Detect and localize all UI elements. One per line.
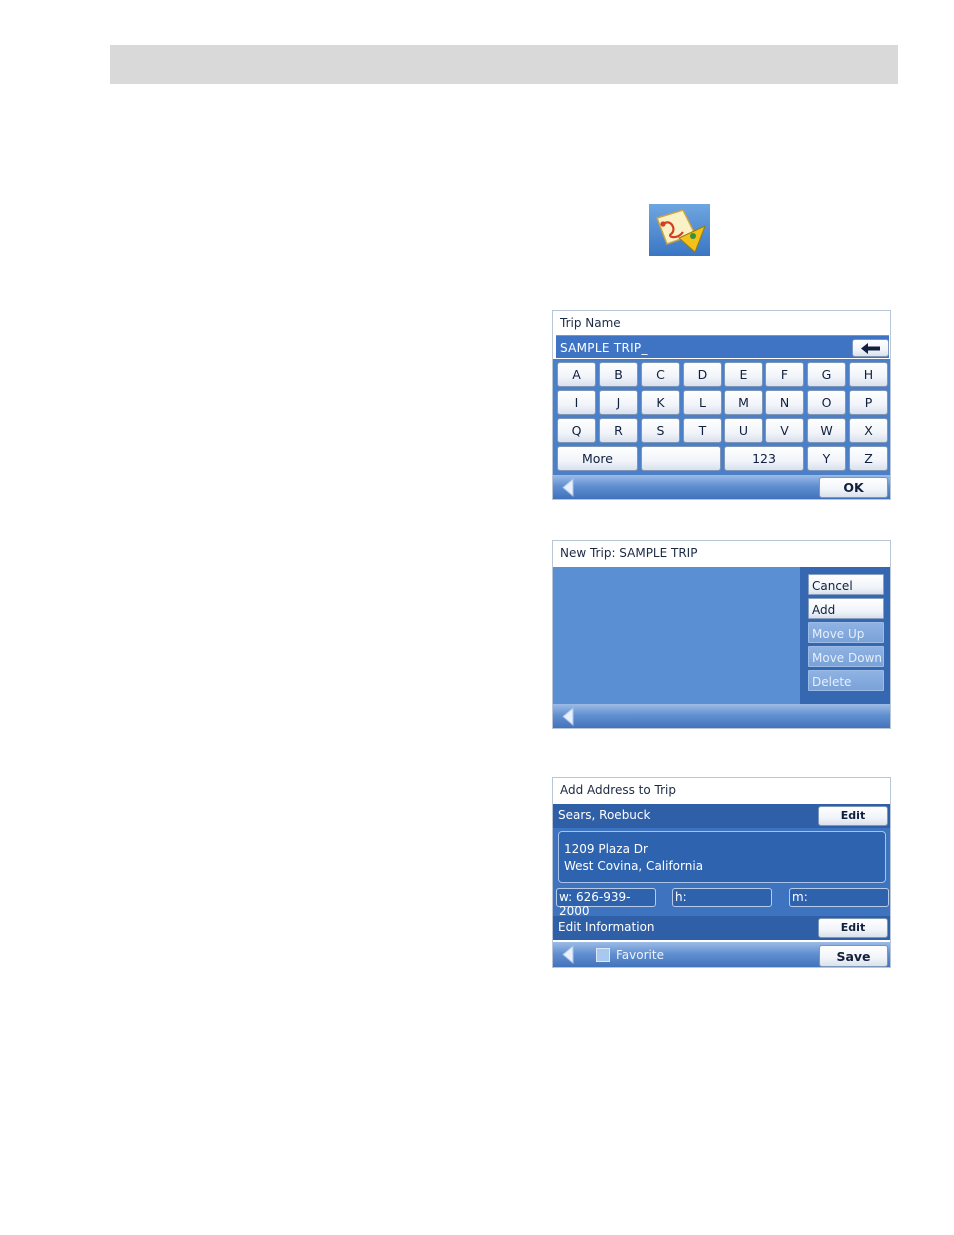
key-j[interactable]: J	[599, 390, 638, 415]
edit-information-label: Edit Information	[558, 920, 655, 934]
address-line-1: 1209 Plaza Dr	[564, 842, 648, 856]
key-a[interactable]: A	[557, 362, 596, 387]
keyboard: A B C D E F G H I J K L M N O P Q R S T …	[553, 359, 890, 476]
favorite-checkbox[interactable]	[596, 948, 610, 962]
key-c[interactable]: C	[641, 362, 680, 387]
add-address-screen: Add Address to Trip Sears, Roebuck Edit …	[552, 777, 891, 968]
key-b[interactable]: B	[599, 362, 638, 387]
key-w[interactable]: W	[807, 418, 846, 443]
key-r[interactable]: R	[599, 418, 638, 443]
trip-destination-list[interactable]	[553, 567, 800, 704]
key-e[interactable]: E	[724, 362, 763, 387]
key-m[interactable]: M	[724, 390, 763, 415]
move-down-button: Move Down	[808, 646, 884, 667]
address-box: 1209 Plaza Dr West Covina, California	[558, 831, 886, 883]
edit-information-button[interactable]: Edit	[818, 918, 888, 938]
key-l[interactable]: L	[683, 390, 722, 415]
trip-planner-icon[interactable]	[649, 204, 710, 256]
screen-title: New Trip: SAMPLE TRIP	[553, 541, 890, 564]
bottom-bar: Favorite Save	[553, 942, 890, 967]
delete-button: Delete	[808, 670, 884, 691]
trip-planner-icon-graphic	[656, 209, 706, 253]
back-arrow-icon	[562, 945, 574, 964]
screen-title: Trip Name	[553, 311, 890, 334]
bottom-bar	[553, 704, 890, 728]
key-o[interactable]: O	[807, 390, 846, 415]
new-trip-screen: New Trip: SAMPLE TRIP Cancel Add Move Up…	[552, 540, 891, 729]
cancel-button[interactable]: Cancel	[808, 574, 884, 595]
key-g[interactable]: G	[807, 362, 846, 387]
key-z[interactable]: Z	[849, 446, 888, 471]
home-phone-field[interactable]: h:	[672, 888, 772, 907]
back-arrow-icon	[562, 707, 574, 726]
key-y[interactable]: Y	[807, 446, 846, 471]
backspace-arrow-icon	[861, 343, 880, 354]
save-button[interactable]: Save	[819, 945, 888, 967]
key-s[interactable]: S	[641, 418, 680, 443]
ok-button[interactable]: OK	[819, 477, 888, 498]
page-header-bar	[110, 45, 898, 84]
key-h[interactable]: H	[849, 362, 888, 387]
mobile-phone-field[interactable]: m:	[789, 888, 889, 907]
key-v[interactable]: V	[765, 418, 804, 443]
key-f[interactable]: F	[765, 362, 804, 387]
more-button[interactable]: More	[557, 446, 638, 471]
key-p[interactable]: P	[849, 390, 888, 415]
back-button[interactable]	[561, 945, 577, 964]
back-button[interactable]	[561, 707, 577, 726]
key-k[interactable]: K	[641, 390, 680, 415]
move-up-button: Move Up	[808, 622, 884, 643]
key-q[interactable]: Q	[557, 418, 596, 443]
trip-name-input[interactable]: SAMPLE TRIP_	[556, 335, 889, 358]
key-x[interactable]: X	[849, 418, 888, 443]
edit-information-row: Edit Information Edit	[553, 916, 890, 940]
place-name: Sears, Roebuck	[558, 808, 651, 822]
edit-place-button[interactable]: Edit	[818, 806, 888, 826]
add-button[interactable]: Add	[808, 598, 884, 619]
back-arrow-icon	[562, 478, 574, 497]
address-line-2: West Covina, California	[564, 859, 704, 873]
place-name-row: Sears, Roebuck Edit	[553, 804, 890, 828]
trip-action-panel: Cancel Add Move Up Move Down Delete	[800, 567, 890, 704]
key-d[interactable]: D	[683, 362, 722, 387]
favorite-label: Favorite	[616, 948, 664, 962]
numbers-button[interactable]: 123	[724, 446, 804, 471]
screen-title: Add Address to Trip	[553, 778, 890, 801]
bottom-bar: OK	[553, 475, 890, 499]
back-button[interactable]	[561, 478, 577, 497]
key-t[interactable]: T	[683, 418, 722, 443]
space-key[interactable]	[641, 446, 721, 471]
trip-name-screen: Trip Name SAMPLE TRIP_ A B C D E F G H I…	[552, 310, 891, 500]
key-u[interactable]: U	[724, 418, 763, 443]
key-i[interactable]: I	[557, 390, 596, 415]
key-n[interactable]: N	[765, 390, 804, 415]
trip-name-input-value: SAMPLE TRIP_	[560, 341, 648, 355]
work-phone-field[interactable]: w: 626-939-2000	[556, 888, 656, 918]
backspace-button[interactable]	[852, 339, 889, 357]
